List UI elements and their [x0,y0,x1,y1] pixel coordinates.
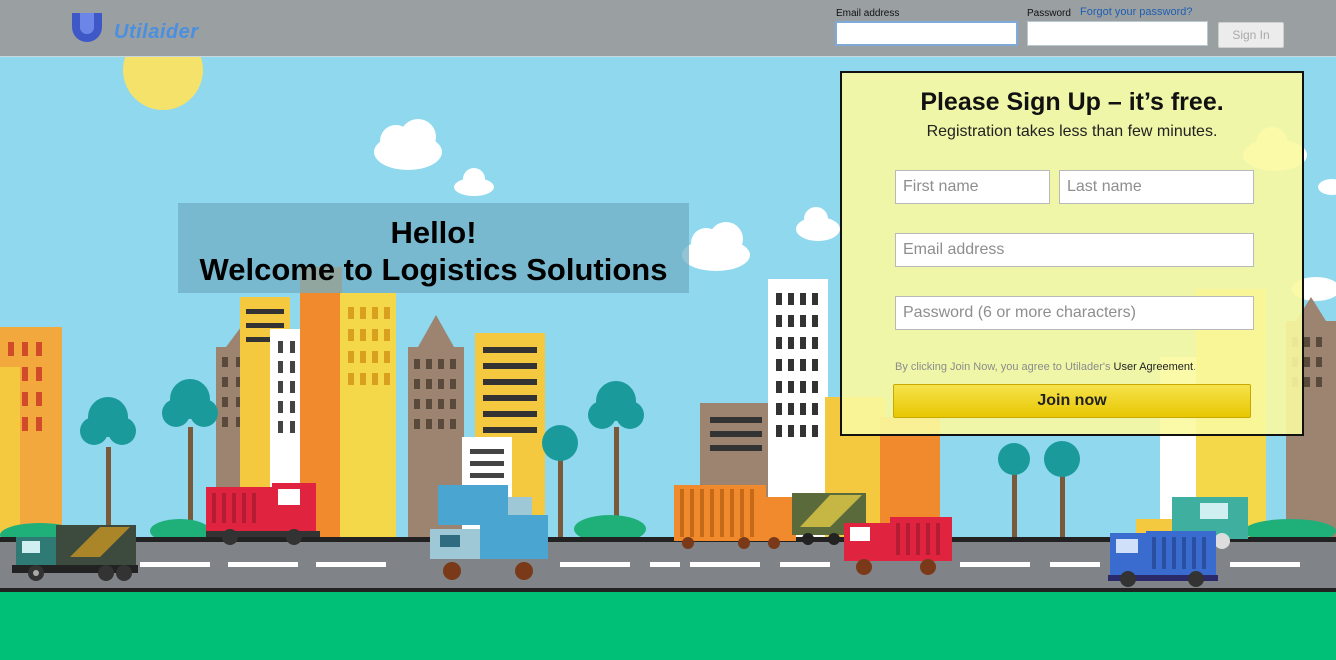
logo-text: Utilaider [114,20,199,43]
signup-password-input[interactable] [895,296,1254,330]
join-now-button[interactable]: Join now [893,384,1251,418]
terms-text: By clicking Join Now, you agree to Utila… [895,361,1196,373]
welcome-greeting: Hello! [390,215,477,250]
header-email-input[interactable] [835,21,1018,46]
signup-title: Please Sign Up – it’s free. [920,88,1224,116]
email-label: Email address [836,8,900,19]
sign-in-button[interactable]: Sign In [1218,22,1284,48]
signup-panel: Please Sign Up – it’s free. Registration… [840,71,1304,436]
terms-suffix: . [1193,361,1197,373]
logo-icon [72,13,102,42]
signup-email-input[interactable] [895,233,1254,267]
welcome-banner: Hello! Welcome to Logistics Solutions [178,203,689,293]
signup-subtitle: Registration takes less than few minutes… [926,123,1218,140]
logo[interactable]: Utilaider [68,8,199,44]
first-name-input[interactable] [895,170,1050,204]
password-label: Password [1027,8,1071,19]
forgot-password-link[interactable]: Forgot your password? [1080,6,1193,18]
terms-prefix: By clicking Join Now, you agree to Utila… [895,361,1114,373]
last-name-input[interactable] [1059,170,1254,204]
welcome-title: Welcome to Logistics Solutions [199,252,668,287]
top-header: Utilaider Email address Password Forgot … [0,0,1336,57]
user-agreement-link[interactable]: User Agreement [1114,361,1193,373]
header-password-input[interactable] [1027,21,1208,46]
